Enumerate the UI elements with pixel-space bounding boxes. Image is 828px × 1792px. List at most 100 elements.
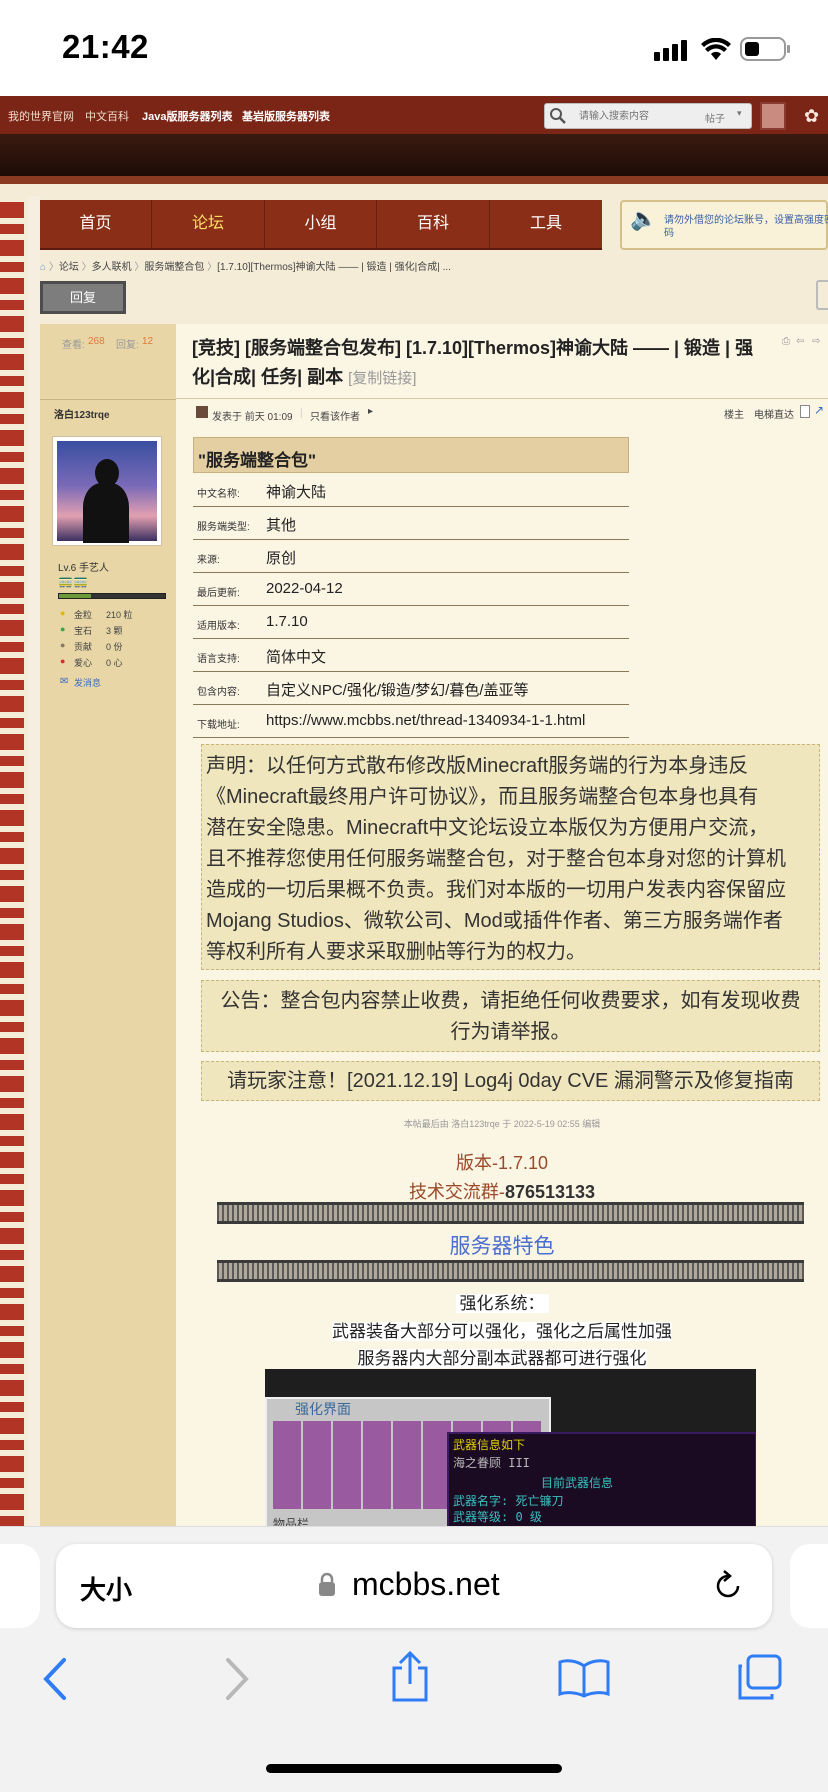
love-label: 爱心 bbox=[74, 658, 93, 668]
search-icon[interactable] bbox=[549, 107, 567, 125]
love-value: 0 心 bbox=[106, 658, 123, 668]
group-label: 技术交流群- bbox=[408, 1182, 505, 1202]
gem-label: 宝石 bbox=[74, 626, 93, 636]
battery-icon bbox=[740, 37, 790, 61]
item-tooltip: 武器信息如下 海之眷顾 III 目前武器信息 武器名字: 死亡镰刀 武器等级: … bbox=[447, 1432, 756, 1526]
level-progress-bar bbox=[58, 593, 166, 599]
info-row: 来源: 原创 bbox=[193, 540, 629, 573]
meta-divider: | bbox=[300, 408, 303, 419]
tab-wiki[interactable]: 百科 bbox=[377, 200, 490, 248]
back-icon[interactable] bbox=[40, 1656, 72, 1702]
topnav-link-wiki[interactable]: 中文百科 bbox=[85, 108, 129, 124]
views-label: 查看: bbox=[62, 340, 85, 351]
author-column: 查看: 268 回复: 12 洛白123trqe Lv.6 手艺人 🚃🚃 ● 金… bbox=[40, 324, 176, 1526]
send-message-link[interactable]: 发消息 bbox=[74, 676, 101, 689]
disclaimer-line: 《Minecraft最终用户许可协议》，而且服务端整合包本身也具有 bbox=[206, 786, 759, 808]
main-nav: 首页 论坛 小组 百科 工具 bbox=[40, 200, 602, 250]
reply-button[interactable]: 回复 bbox=[40, 281, 126, 314]
share-icon[interactable] bbox=[388, 1650, 432, 1704]
floor-input[interactable] bbox=[800, 405, 810, 418]
topnav-link-official[interactable]: 我的世界官网 bbox=[8, 108, 74, 124]
info-value: 1.7.10 bbox=[266, 613, 308, 630]
info-key: 最后更新: bbox=[197, 588, 240, 599]
tab-tools[interactable]: 工具 bbox=[490, 200, 602, 248]
security-warning-box: 请玩家注意！[2021.12.19] Log4j 0day CVE 漏洞警示及修… bbox=[201, 1061, 820, 1101]
reader-settings-button[interactable]: 大小 bbox=[80, 1570, 132, 1607]
stats-box: 查看: 268 回复: 12 bbox=[40, 324, 176, 400]
topnav-link-bedrock-servers[interactable]: 基岩版服务器列表 bbox=[242, 108, 330, 124]
avatar[interactable] bbox=[760, 102, 786, 130]
breadcrumb-thread[interactable]: [1.7.10][Thermos]神谕大陆 —— | 锻造 | 强化|合成| .… bbox=[217, 262, 451, 273]
post-date: 发表于 前天 01:09 bbox=[212, 412, 293, 423]
download-link[interactable]: https://www.mcbbs.net/thread-1340934-1-1… bbox=[266, 712, 585, 729]
tab-forum[interactable]: 论坛 bbox=[152, 200, 265, 248]
next-thread-icon[interactable]: ⇨ bbox=[812, 336, 820, 347]
reload-icon[interactable] bbox=[710, 1568, 746, 1604]
tab-groups[interactable]: 小组 bbox=[265, 200, 377, 248]
breadcrumb-multiplayer[interactable]: 多人联机 bbox=[92, 262, 132, 273]
topnav-link-java-servers[interactable]: Java版服务器列表 bbox=[142, 108, 232, 124]
info-key: 服务端类型: bbox=[197, 522, 250, 533]
info-value: 自定义NPC/强化/锻造/梦幻/暮色/盖亚等 bbox=[266, 682, 529, 699]
group-number: 876513133 bbox=[504, 1182, 596, 1202]
search-scope-select[interactable]: 帖子 bbox=[705, 110, 725, 125]
info-value: 原创 bbox=[266, 550, 297, 567]
home-indicator bbox=[266, 1764, 562, 1773]
info-value: 其他 bbox=[266, 517, 297, 534]
only-author-link[interactable]: 只看该作者 bbox=[310, 408, 360, 423]
log4j-warning-link[interactable]: 请玩家注意！[2021.12.19] Log4j 0day CVE 漏洞警示及修… bbox=[227, 1070, 794, 1092]
chevron-right-icon: ▸ bbox=[368, 406, 374, 417]
post-title: [竞技] [服务端整合包发布] [1.7.10][Thermos]神谕大陆 ——… bbox=[192, 334, 772, 393]
info-key: 适用版本: bbox=[197, 621, 240, 632]
next-tab-peek[interactable] bbox=[790, 1544, 828, 1628]
breadcrumb-forum[interactable]: 论坛 bbox=[59, 262, 79, 273]
tooltip-weapon-level: 武器等级: 0 级 bbox=[453, 1510, 542, 1524]
gold-icon: ● bbox=[60, 608, 66, 618]
author-level: Lv.6 手艺人 bbox=[58, 563, 109, 574]
decorative-border bbox=[0, 196, 24, 1526]
info-row: 最后更新: 2022-04-12 bbox=[193, 573, 629, 606]
author-avatar[interactable] bbox=[52, 436, 162, 546]
replies-label: 回复: bbox=[116, 340, 139, 351]
account-notice: 🔈 请勿外借您的论坛账号，设置高强度密码 bbox=[620, 200, 828, 250]
mail-icon[interactable]: ✉ bbox=[60, 676, 68, 687]
flower-icon: ✿ bbox=[804, 106, 820, 126]
url-text[interactable]: mcbbs.net bbox=[352, 1566, 500, 1603]
side-toolbar-icon[interactable] bbox=[816, 280, 828, 310]
go-arrow-icon[interactable]: ↗ bbox=[814, 403, 824, 417]
views-count: 268 bbox=[88, 336, 105, 347]
home-icon[interactable]: ⌂ bbox=[40, 262, 46, 273]
prev-tab-peek[interactable] bbox=[0, 1544, 40, 1628]
prev-thread-icon[interactable]: ⇦ bbox=[796, 336, 804, 347]
announcement-box: 公告：整合包内容禁止收费，请拒绝任何收费要求，如有发现收费 行为请举报。 bbox=[201, 980, 820, 1052]
info-row: 适用版本: 1.7.10 bbox=[193, 606, 629, 639]
floor-jump-link[interactable]: 电梯直达 bbox=[754, 406, 794, 421]
copy-link[interactable]: [复制链接] bbox=[348, 370, 416, 387]
bookmarks-icon[interactable] bbox=[558, 1658, 610, 1698]
tabs-icon[interactable] bbox=[736, 1654, 784, 1702]
announcement-line: 公告：整合包内容禁止收费，请拒绝任何收费要求，如有发现收费 bbox=[220, 990, 801, 1012]
info-row: 服务端类型: 其他 bbox=[193, 507, 629, 540]
lock-icon bbox=[319, 1572, 335, 1596]
address-bar[interactable]: 大小 mcbbs.net bbox=[56, 1544, 772, 1628]
info-key: 中文名称: bbox=[197, 489, 240, 500]
tab-home[interactable]: 首页 bbox=[40, 200, 152, 248]
gem-value: 3 颗 bbox=[106, 626, 123, 636]
info-value: 2022-04-12 bbox=[266, 580, 343, 597]
disclaimer-line: 潜在安全隐患。Minecraft中文论坛设立本版仅为方便用户交流， bbox=[206, 817, 769, 839]
enhance-panel-title: 强化界面 bbox=[295, 1401, 351, 1417]
tooltip-title: 武器信息如下 bbox=[453, 1438, 526, 1452]
banner-band bbox=[0, 176, 828, 184]
rail-divider bbox=[217, 1202, 804, 1224]
announcement-line: 行为请举报。 bbox=[450, 1021, 571, 1043]
print-icon[interactable]: ⎙ bbox=[782, 336, 790, 347]
notice-text[interactable]: 请勿外借您的论坛账号，设置高强度密码 bbox=[664, 214, 828, 240]
gem-icon: ● bbox=[60, 624, 66, 634]
author-name[interactable]: 洛白123trqe bbox=[54, 406, 110, 421]
enhance-title-wrap: 强化系统： bbox=[176, 1289, 828, 1314]
search-input[interactable] bbox=[579, 107, 689, 125]
enhance-line-2: 服务器内大部分副本武器都可进行强化 bbox=[357, 1349, 647, 1368]
disclaimer-line: 声明：以任何方式散布修改版Minecraft服务端的行为本身违反 bbox=[206, 755, 749, 777]
breadcrumb-server-packs[interactable]: 服务端整合包 bbox=[144, 262, 204, 273]
version-text: 版本-1.7.10 bbox=[455, 1153, 549, 1173]
